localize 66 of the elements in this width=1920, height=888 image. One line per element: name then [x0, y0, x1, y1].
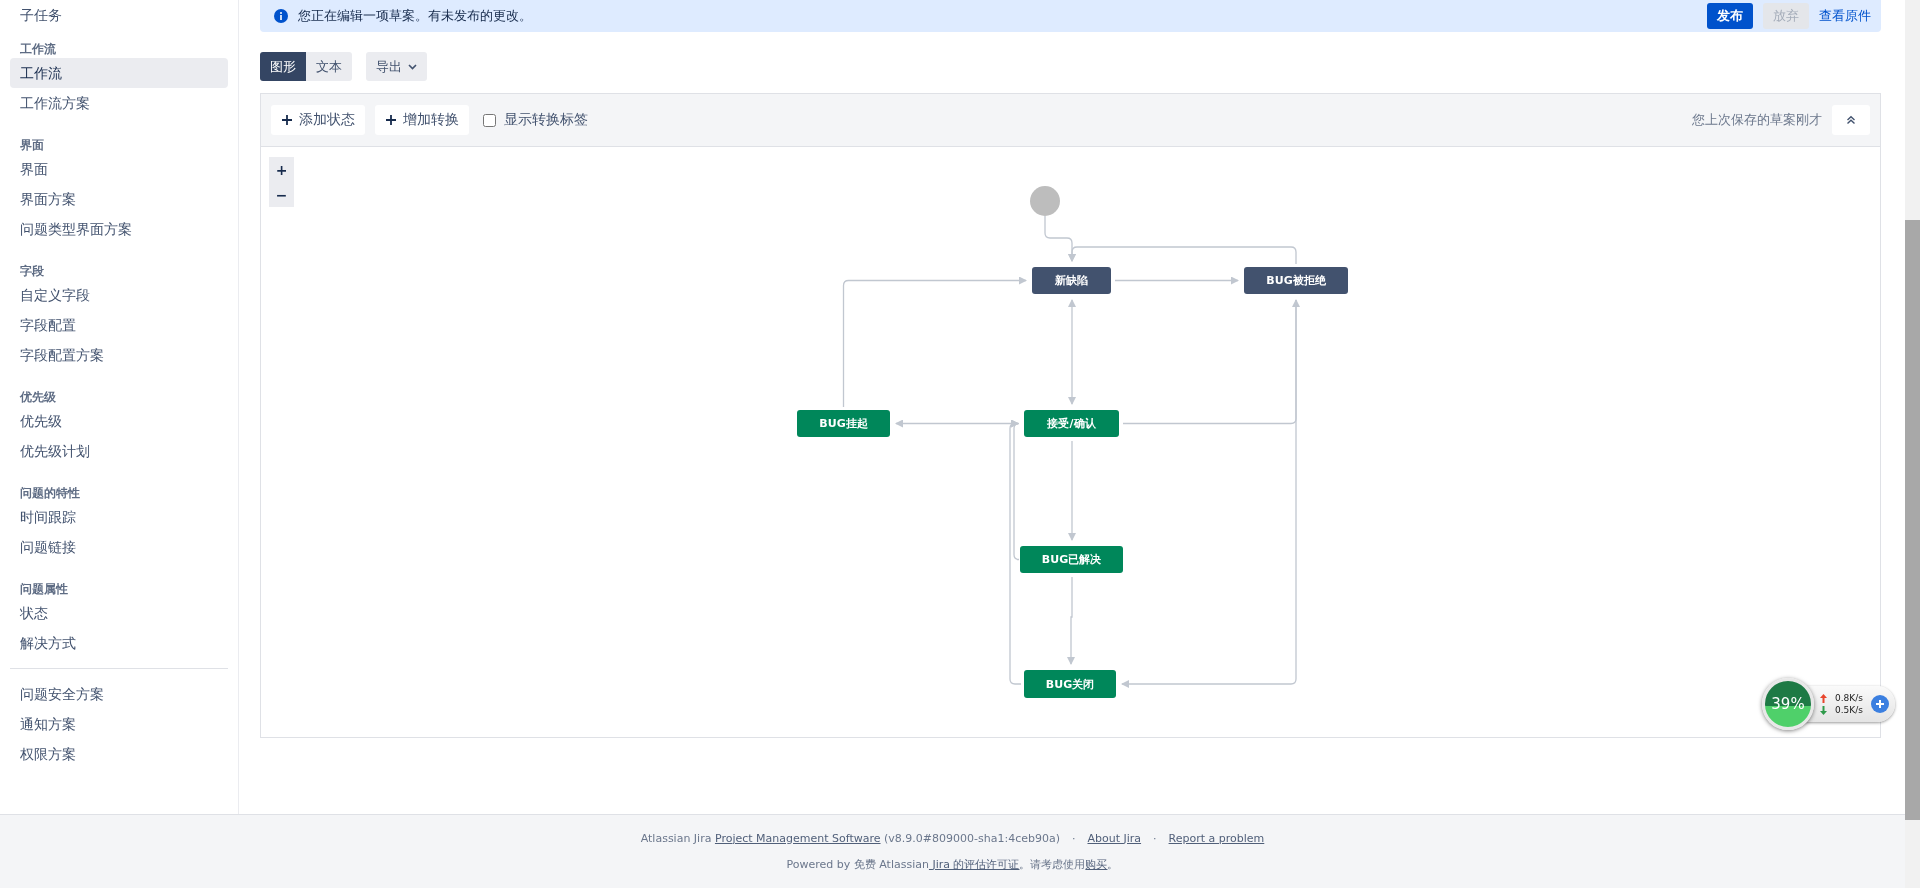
section-heading: 界面: [19, 137, 45, 154]
section-heading: 问题属性: [19, 581, 69, 598]
chevron-down-icon: [408, 63, 417, 70]
section-heading: 优先级: [18, 389, 57, 406]
plus-icon: [1874, 699, 1885, 709]
info-icon: [274, 9, 288, 23]
sidebar-item[interactable]: 自定义字段: [10, 280, 228, 310]
checkbox-label: 显示转换标签: [504, 111, 588, 129]
status-node[interactable]: 新缺陷: [1032, 267, 1111, 294]
view-tab[interactable]: 图形: [260, 52, 306, 81]
sidebar-item[interactable]: 优先级: [10, 406, 228, 436]
collapse-button[interactable]: [1832, 105, 1870, 135]
sidebar-item[interactable]: 解决方式: [10, 628, 228, 658]
sidebar-item[interactable]: 工作流方案: [10, 88, 228, 118]
sidebar-item[interactable]: 时间跟踪: [10, 502, 228, 532]
add-status-button[interactable]: 添加状态: [271, 105, 365, 135]
sidebar-item[interactable]: 状态: [10, 598, 228, 628]
footer-link[interactable]: About Jira: [1087, 831, 1142, 845]
footer-link[interactable]: Jira 的评估许可证: [928, 857, 1020, 871]
scrollbar[interactable]: [1905, 0, 1920, 888]
zoom-out-button[interactable]: −: [269, 182, 294, 207]
version-text: Atlassian Jira Project Management Software (v8.9.0#809000-sha1:4ceb90a): [640, 831, 1060, 845]
sidebar-item[interactable]: 工作流: [10, 58, 228, 88]
footer-link[interactable]: Report a problem: [1168, 831, 1265, 845]
separator-dot: ·: [1153, 831, 1157, 845]
footer-link[interactable]: Project Management Software: [714, 831, 881, 845]
status-node[interactable]: BUG挂起: [797, 410, 890, 437]
arrow-up-icon: [1820, 693, 1827, 703]
add-transition-button[interactable]: 增加转换: [375, 105, 469, 135]
sidebar-item[interactable]: 问题类型界面方案: [10, 214, 228, 244]
sidebar-item[interactable]: 问题链接: [10, 532, 228, 562]
expand-button[interactable]: [1870, 695, 1889, 713]
zoom-in-button[interactable]: +: [269, 157, 294, 182]
status-node[interactable]: BUG被拒绝: [1244, 267, 1348, 294]
status-node[interactable]: BUG关闭: [1024, 670, 1116, 698]
checkbox[interactable]: [483, 113, 496, 127]
download-speed: 0.5K/s: [1835, 705, 1863, 715]
banner-message: 您正在编辑一项草案。有未发布的更改。: [298, 7, 533, 25]
license-text: Powered by 免费 Atlassian Jira 的评估许可证。请考虑使用购买。: [786, 856, 1119, 872]
plus-icon: [281, 114, 293, 126]
arrow-down-icon: [1820, 705, 1827, 715]
sidebar-item[interactable]: 优先级计划: [10, 436, 228, 466]
publish-button[interactable]: 发布: [1707, 3, 1753, 29]
separator-dot: ·: [1071, 831, 1076, 845]
initial-state-circle: [1030, 186, 1060, 216]
status-node[interactable]: BUG已解决: [1020, 546, 1123, 573]
view-original-link[interactable]: 查看原件: [1819, 7, 1871, 25]
upload-speed: 0.8K/s: [1835, 693, 1863, 703]
sidebar-item[interactable]: 通知方案: [10, 709, 228, 739]
sidebar-item[interactable]: 问题安全方案: [10, 679, 228, 709]
sidebar-item[interactable]: 界面方案: [10, 184, 228, 214]
sidebar-item[interactable]: 界面: [10, 154, 228, 184]
section-heading: 字段: [19, 263, 45, 280]
double-chevron-up-icon: [1846, 115, 1856, 125]
plus-icon: [385, 114, 397, 126]
export-dropdown[interactable]: 导出: [366, 52, 427, 81]
sidebar-item[interactable]: 权限方案: [10, 739, 228, 769]
view-tab[interactable]: 文本: [306, 52, 352, 81]
sidebar-item[interactable]: 子任务: [10, 0, 228, 30]
sidebar-item[interactable]: 字段配置: [10, 310, 228, 340]
section-heading: 问题的特性: [19, 485, 81, 502]
save-status-text: 您上次保存的草案刚才: [1692, 111, 1822, 129]
status-node[interactable]: 接受/确认: [1024, 410, 1119, 437]
footer-link[interactable]: 购买: [1085, 857, 1108, 871]
sidebar-item[interactable]: 字段配置方案: [10, 340, 228, 370]
section-heading: 工作流: [19, 41, 57, 58]
